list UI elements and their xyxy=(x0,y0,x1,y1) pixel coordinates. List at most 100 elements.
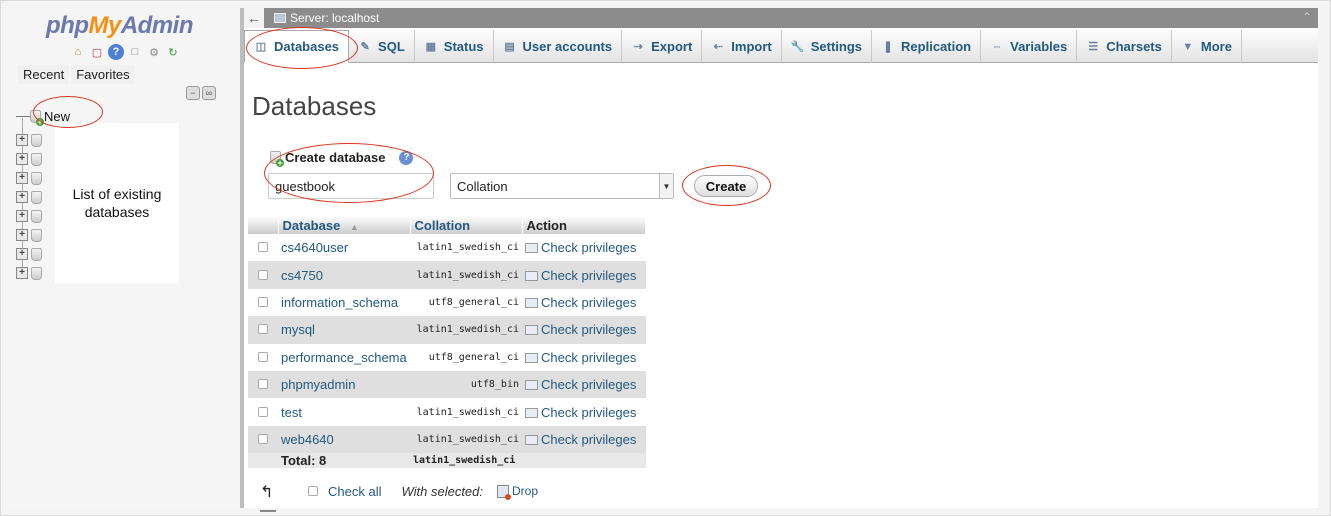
privileges-icon xyxy=(525,407,538,418)
tab-replication[interactable]: ❚ Replication xyxy=(872,30,982,63)
row-checkbox[interactable] xyxy=(258,296,268,307)
tree-row[interactable]: + xyxy=(16,152,42,166)
chevron-down-icon: ▼ xyxy=(659,174,673,198)
collation-select[interactable]: Collation ▼ xyxy=(450,173,674,199)
check-privileges-link[interactable]: Check privileges xyxy=(522,343,646,371)
check-privileges-link[interactable]: Check privileges xyxy=(522,425,646,454)
row-checkbox[interactable] xyxy=(258,406,268,417)
expand-icon[interactable]: + xyxy=(16,248,28,260)
tree-row[interactable]: + xyxy=(16,247,42,261)
row-checkbox-cell xyxy=(248,234,278,262)
collapse-all-icon[interactable]: − xyxy=(186,86,200,100)
table-row: information_schema utf8_general_ci Check… xyxy=(248,288,646,317)
database-name[interactable]: information_schema xyxy=(278,288,410,317)
tab-more[interactable]: ▼ More xyxy=(1172,30,1242,63)
back-arrow-icon[interactable]: ← xyxy=(244,8,264,28)
expand-icon[interactable]: + xyxy=(16,134,28,146)
tree-row[interactable]: + xyxy=(16,266,42,280)
check-privileges-link[interactable]: Check privileges xyxy=(522,370,646,399)
check-privileges-link[interactable]: Check privileges xyxy=(522,398,646,426)
tab-variables[interactable]: ⇔ Variables xyxy=(981,30,1078,63)
action-label: Check privileges xyxy=(541,240,637,256)
import-icon: ⇠ xyxy=(713,41,723,53)
tab-favorites[interactable]: Favorites xyxy=(71,65,135,84)
database-name[interactable]: cs4750 xyxy=(278,261,410,289)
row-checkbox-cell xyxy=(248,261,278,289)
tree-row[interactable]: + xyxy=(16,228,42,242)
create-button[interactable]: Create xyxy=(694,175,758,197)
tab-charsets[interactable]: ☰ Charsets xyxy=(1077,30,1172,63)
table-total-row: Total: 8 latin1_swedish_ci xyxy=(248,453,646,469)
action-label: Check privileges xyxy=(541,349,637,365)
database-name[interactable]: cs4640user xyxy=(278,234,410,262)
tab-export[interactable]: ⇢ Export xyxy=(622,30,703,63)
row-checkbox-cell xyxy=(248,343,278,371)
database-name-input[interactable] xyxy=(268,173,434,199)
tab-status[interactable]: ▦ Status xyxy=(415,30,494,63)
expand-icon[interactable]: + xyxy=(16,267,28,279)
database-icon xyxy=(31,228,42,242)
action-label: Check privileges xyxy=(541,377,637,393)
database-name[interactable]: phpmyadmin xyxy=(278,370,410,399)
drop-button[interactable]: Drop xyxy=(497,484,538,500)
navigation-panel: phpMyAdmin ⌂ ▢ ? □ ⚙ ↻ Recent Favorites … xyxy=(8,8,240,508)
wrench-icon: 🔧 xyxy=(790,41,805,53)
help-icon[interactable]: ? xyxy=(399,150,414,165)
tree-item-new[interactable]: New xyxy=(30,108,71,126)
expand-icon[interactable]: + xyxy=(16,229,28,241)
database-icon xyxy=(31,247,42,261)
check-privileges-link[interactable]: Check privileges xyxy=(522,288,646,317)
tab-settings[interactable]: 🔧 Settings xyxy=(782,30,873,63)
check-privileges-link[interactable]: Check privileges xyxy=(522,316,646,344)
nav-icon-bar: ⌂ ▢ ? □ ⚙ ↻ xyxy=(70,44,181,60)
row-checkbox[interactable] xyxy=(258,351,268,362)
documentation-icon[interactable]: □ xyxy=(127,44,143,60)
check-privileges-link[interactable]: Check privileges xyxy=(522,234,646,262)
tab-databases[interactable]: ◫ Databases xyxy=(244,30,350,63)
action-label: Check privileges xyxy=(541,294,637,310)
row-checkbox[interactable] xyxy=(258,324,268,335)
tree-row[interactable]: + xyxy=(16,190,42,204)
check-privileges-link[interactable]: Check privileges xyxy=(522,261,646,289)
database-name[interactable]: performance_schema xyxy=(278,343,410,371)
home-icon[interactable]: ⌂ xyxy=(70,44,86,60)
help-icon[interactable]: ? xyxy=(108,44,124,60)
row-checkbox-cell xyxy=(248,370,278,399)
tree-row[interactable]: + xyxy=(16,133,42,147)
phpmyadmin-logo[interactable]: phpMyAdmin xyxy=(46,12,194,40)
database-name[interactable]: test xyxy=(278,398,410,426)
reload-icon[interactable]: ↻ xyxy=(165,44,181,60)
row-checkbox[interactable] xyxy=(258,242,268,253)
expand-icon[interactable]: + xyxy=(16,153,28,165)
database-name[interactable]: web4640 xyxy=(278,425,410,454)
expand-icon[interactable]: + xyxy=(16,191,28,203)
tree-controls: − ∞ xyxy=(186,86,216,100)
row-checkbox[interactable] xyxy=(258,379,268,390)
database-name[interactable]: mysql xyxy=(278,316,410,344)
row-checkbox[interactable] xyxy=(258,433,268,444)
tab-user-accounts[interactable]: ▤ User accounts xyxy=(494,30,623,63)
total-label: Total: 8 xyxy=(278,453,410,469)
logout-icon[interactable]: ▢ xyxy=(89,44,105,60)
tree-item-new-label: New xyxy=(44,108,71,124)
tree-row[interactable]: + xyxy=(16,209,42,223)
row-checkbox[interactable] xyxy=(258,269,268,280)
check-all-label[interactable]: Check all xyxy=(328,484,381,499)
tab-recent[interactable]: Recent xyxy=(18,65,70,84)
gear-icon[interactable]: ⚙ xyxy=(146,44,162,60)
database-collation: latin1_swedish_ci xyxy=(410,234,522,262)
tab-import[interactable]: ⇠ Import xyxy=(702,30,782,63)
expand-icon[interactable]: + xyxy=(16,210,28,222)
tree-row[interactable]: + xyxy=(16,171,42,185)
database-column-header[interactable]: Database ▲ xyxy=(278,216,411,234)
check-all-checkbox[interactable] xyxy=(308,486,318,496)
status-icon: ▦ xyxy=(425,41,436,53)
server-breadcrumb[interactable]: Server: localhost xyxy=(264,11,379,25)
collation-column-header[interactable]: Collation xyxy=(410,216,523,234)
database-collation: latin1_swedish_ci xyxy=(410,425,522,454)
expand-icon[interactable]: + xyxy=(16,172,28,184)
collapse-top-icon[interactable]: ⌃ xyxy=(1302,10,1312,24)
link-icon[interactable]: ∞ xyxy=(202,86,216,100)
tab-sql[interactable]: ✎ SQL xyxy=(349,30,415,63)
action-label: Check privileges xyxy=(541,267,637,283)
